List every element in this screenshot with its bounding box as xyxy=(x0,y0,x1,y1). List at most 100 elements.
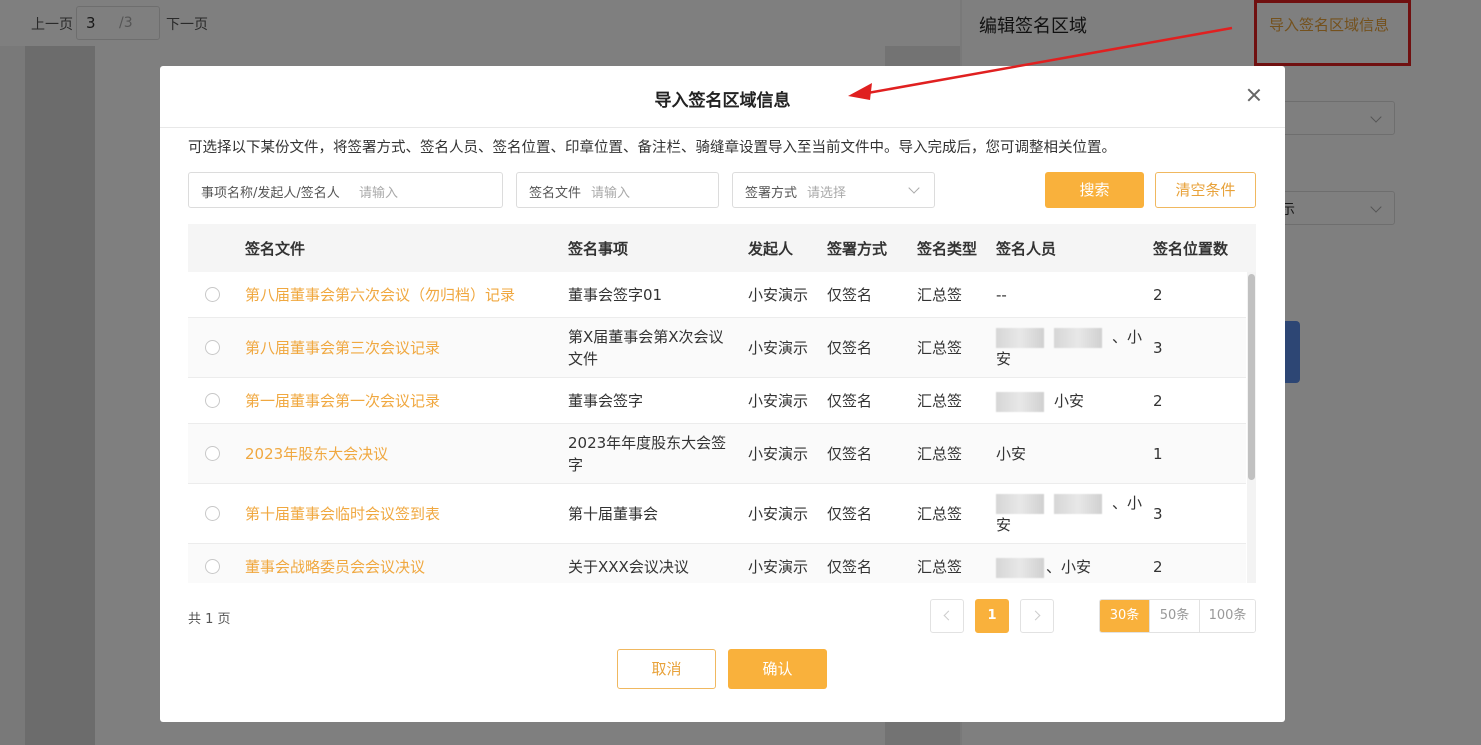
item-cell: 关于XXX会议决议 xyxy=(568,558,689,576)
file-link[interactable]: 2023年股东大会决议 xyxy=(245,443,388,465)
row-radio[interactable] xyxy=(205,506,220,521)
redacted-name xyxy=(1054,493,1102,514)
item-cell: 第十届董事会 xyxy=(568,505,659,523)
method-cell: 仅签名 xyxy=(827,339,873,357)
filter-label: 签名文件 xyxy=(529,186,582,201)
redacted-name xyxy=(996,557,1044,578)
table-row[interactable]: 2023年股东大会决议 2023年年度股东大会签字 小安演示 仅签名 汇总签 小… xyxy=(188,424,1246,484)
table-row[interactable]: 董事会战略委员会会议决议 关于XXX会议决议 小安演示 仅签名 汇总签 、小安 … xyxy=(188,544,1246,583)
initiator-cell: 小安演示 xyxy=(748,339,809,357)
page-size-100[interactable]: 100条 xyxy=(1199,600,1255,632)
item-cell: 第X届董事会第X次会议文件 xyxy=(568,328,724,368)
positions-cell: 3 xyxy=(1153,339,1163,357)
signers-cell: 小安 xyxy=(996,390,1084,412)
table-row[interactable]: 第八届董事会第六次会议（勿归档）记录 董事会签字01 小安演示 仅签名 汇总签 … xyxy=(188,272,1246,318)
sign-method-select[interactable]: 签署方式 请选择 xyxy=(732,172,935,208)
column-header: 签名类型 xyxy=(917,240,978,258)
table-header: 签名文件 签名事项 发起人 签署方式 签名类型 签名人员 签名位置数 xyxy=(188,224,1256,272)
column-header: 签名人员 xyxy=(996,240,1057,258)
table-row[interactable]: 第十届董事会临时会议签到表 第十届董事会 小安演示 仅签名 汇总签 、小安 3 xyxy=(188,484,1246,544)
type-cell: 汇总签 xyxy=(917,558,963,576)
clear-conditions-button[interactable]: 清空条件 xyxy=(1155,172,1256,208)
method-cell: 仅签名 xyxy=(827,445,873,463)
method-cell: 仅签名 xyxy=(827,558,873,576)
positions-cell: 3 xyxy=(1153,505,1163,523)
signers-cell: 、小安 xyxy=(996,326,1146,370)
initiator-cell: 小安演示 xyxy=(748,445,809,463)
item-cell: 董事会签字 xyxy=(568,392,644,410)
page-size-30[interactable]: 30条 xyxy=(1100,600,1149,632)
total-pages-text: 共 1 页 xyxy=(188,612,231,627)
confirm-button[interactable]: 确认 xyxy=(728,649,827,689)
file-link[interactable]: 第十届董事会临时会议签到表 xyxy=(245,503,440,525)
column-header: 签署方式 xyxy=(827,240,888,258)
signers-cell: -- xyxy=(996,286,1007,304)
row-radio[interactable] xyxy=(205,446,220,461)
positions-cell: 2 xyxy=(1153,392,1163,410)
signers-cell: 、小安 xyxy=(996,556,1091,578)
filter-placeholder: 请选择 xyxy=(807,186,847,201)
close-icon[interactable] xyxy=(1245,86,1263,104)
method-cell: 仅签名 xyxy=(827,392,873,410)
redacted-name xyxy=(996,493,1044,514)
positions-cell: 2 xyxy=(1153,286,1163,304)
modal-title: 导入签名区域信息 xyxy=(654,91,791,111)
initiator-cell: 小安演示 xyxy=(748,286,809,304)
page-button-1[interactable]: 1 xyxy=(975,599,1009,633)
signers-cell: 小安 xyxy=(996,445,1027,463)
cancel-button[interactable]: 取消 xyxy=(617,649,716,689)
import-signature-modal: 导入签名区域信息 可选择以下某份文件，将签署方式、签名人员、签名位置、印章位置、… xyxy=(160,66,1285,722)
column-header: 签名文件 xyxy=(245,240,306,258)
chevron-down-icon xyxy=(908,182,920,194)
item-cell: 董事会签字01 xyxy=(568,286,663,304)
page-size-selector: 30条 50条 100条 xyxy=(1099,599,1256,633)
signer-name: 小安 xyxy=(1054,392,1085,410)
prev-page-button[interactable] xyxy=(930,599,964,633)
row-radio[interactable] xyxy=(205,559,220,574)
type-cell: 汇总签 xyxy=(917,505,963,523)
page-size-50[interactable]: 50条 xyxy=(1149,600,1199,632)
modal-description: 可选择以下某份文件，将签署方式、签名人员、签名位置、印章位置、备注栏、骑缝章设置… xyxy=(188,140,1116,156)
positions-cell: 1 xyxy=(1153,445,1163,463)
file-search-input[interactable]: 签名文件 请输入 xyxy=(516,172,719,208)
table-row[interactable]: 第一届董事会第一次会议记录 董事会签字 小安演示 仅签名 汇总签 小安 2 xyxy=(188,378,1246,424)
signers-cell: 、小安 xyxy=(996,492,1146,536)
initiator-cell: 小安演示 xyxy=(748,392,809,410)
type-cell: 汇总签 xyxy=(917,392,963,410)
redacted-name xyxy=(996,391,1044,412)
redacted-name xyxy=(996,327,1044,348)
project-search-input[interactable]: 事项名称/发起人/签名人 请输入 xyxy=(188,172,503,208)
type-cell: 汇总签 xyxy=(917,339,963,357)
method-cell: 仅签名 xyxy=(827,505,873,523)
column-header: 发起人 xyxy=(748,240,794,258)
filter-label: 签署方式 xyxy=(745,186,798,201)
row-radio[interactable] xyxy=(205,393,220,408)
type-cell: 汇总签 xyxy=(917,286,963,304)
file-link[interactable]: 董事会战略委员会会议决议 xyxy=(245,556,425,578)
filter-label: 事项名称/发起人/签名人 xyxy=(201,186,340,201)
table-row[interactable]: 第八届董事会第三次会议记录 第X届董事会第X次会议文件 小安演示 仅签名 汇总签… xyxy=(188,318,1246,378)
initiator-cell: 小安演示 xyxy=(748,558,809,576)
table-scrollbar-thumb[interactable] xyxy=(1248,274,1255,480)
column-header: 签名位置数 xyxy=(1153,240,1229,258)
positions-cell: 2 xyxy=(1153,558,1163,576)
next-page-button[interactable] xyxy=(1020,599,1054,633)
file-link[interactable]: 第八届董事会第三次会议记录 xyxy=(245,337,440,359)
file-link[interactable]: 第一届董事会第一次会议记录 xyxy=(245,390,440,412)
signature-file-table: 签名文件 签名事项 发起人 签署方式 签名类型 签名人员 签名位置数 第八届董事… xyxy=(188,224,1256,583)
modal-header: 导入签名区域信息 xyxy=(160,66,1285,128)
row-radio[interactable] xyxy=(205,340,220,355)
initiator-cell: 小安演示 xyxy=(748,505,809,523)
chevron-right-icon xyxy=(1030,610,1041,621)
item-cell: 2023年年度股东大会签字 xyxy=(568,434,727,474)
signer-name: 、小安 xyxy=(1046,558,1092,576)
type-cell: 汇总签 xyxy=(917,445,963,463)
chevron-left-icon xyxy=(943,610,954,621)
filter-placeholder: 请输入 xyxy=(359,186,399,201)
filter-placeholder: 请输入 xyxy=(591,186,631,201)
row-radio[interactable] xyxy=(205,287,220,302)
file-link[interactable]: 第八届董事会第六次会议（勿归档）记录 xyxy=(245,284,515,306)
method-cell: 仅签名 xyxy=(827,286,873,304)
column-header: 签名事项 xyxy=(568,240,629,258)
search-button[interactable]: 搜索 xyxy=(1045,172,1144,208)
